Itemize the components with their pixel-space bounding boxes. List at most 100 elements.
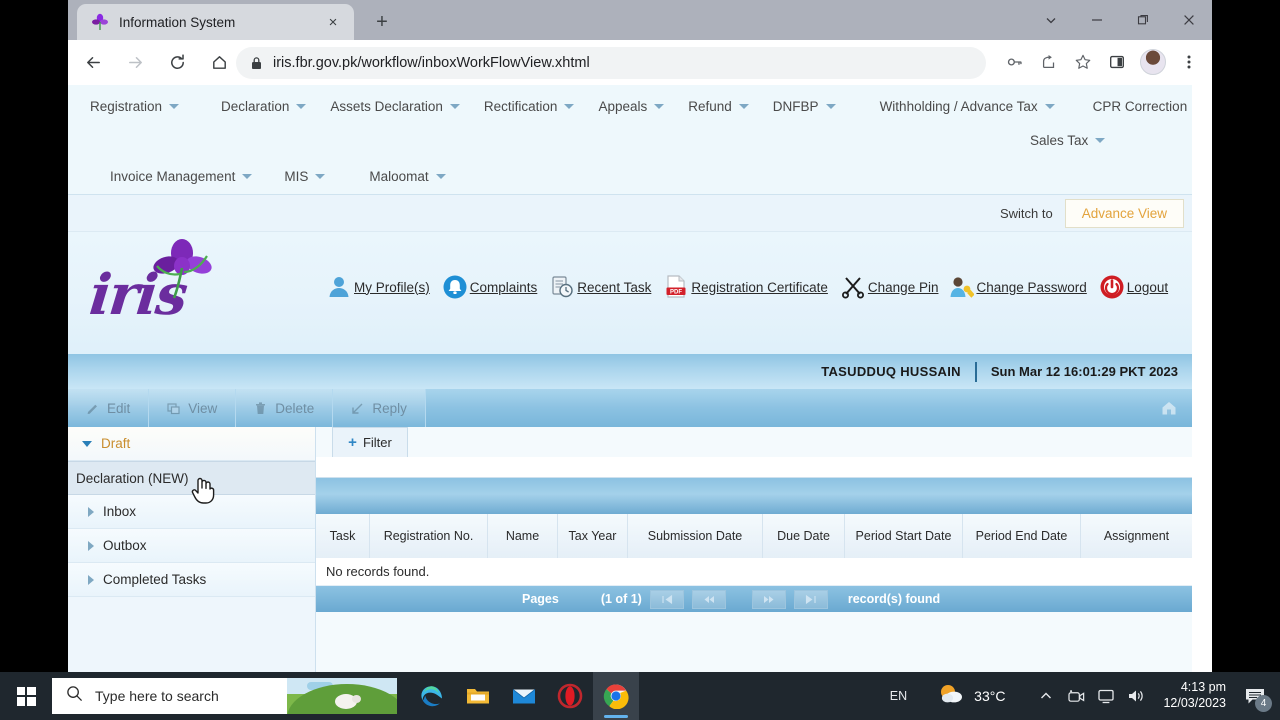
quicklink-complaints[interactable]: Complaints <box>442 274 537 300</box>
quicklink-logout[interactable]: Logout <box>1099 274 1168 300</box>
menu-maloomat[interactable]: Maloomat <box>357 165 457 188</box>
clock[interactable]: 4:13 pm 12/03/2023 <box>1163 680 1226 711</box>
back-button[interactable] <box>76 46 110 80</box>
quicklink-change-password[interactable]: Change Password <box>948 274 1087 300</box>
show-hidden-icons-chevron[interactable] <box>1031 672 1061 720</box>
share-icon[interactable] <box>1034 46 1064 78</box>
search-icon <box>66 685 83 707</box>
chevron-down-icon[interactable] <box>82 440 92 447</box>
microsoft-edge-icon[interactable] <box>409 672 455 720</box>
button-label: Delete <box>275 400 315 416</box>
menu-sales-tax[interactable]: Sales Tax <box>1018 129 1117 152</box>
forward-button[interactable] <box>118 46 152 80</box>
column-header-assignment[interactable]: Assignment <box>1081 514 1192 558</box>
chevron-down-icon <box>449 104 460 109</box>
browser-tab[interactable]: Information System × <box>77 4 354 40</box>
button-label: Edit <box>107 400 131 416</box>
menu-dnfbp[interactable]: DNFBP <box>761 95 848 118</box>
quicklink-change-pin[interactable]: Change Pin <box>840 274 938 300</box>
close-icon[interactable] <box>1166 0 1212 40</box>
side-panel-icon[interactable] <box>1102 46 1132 78</box>
chevron-down-icon <box>1044 104 1055 109</box>
plus-icon: + <box>348 434 357 451</box>
menu-rectification[interactable]: Rectification <box>472 95 587 118</box>
menu-row-2: Sales Tax <box>68 129 1192 152</box>
file-explorer-icon[interactable] <box>455 672 501 720</box>
menu-registration[interactable]: Registration <box>78 95 191 118</box>
quicklink-registration-certificate[interactable]: PDF Registration Certificate <box>663 274 828 300</box>
search-input[interactable]: Type here to search <box>52 678 397 714</box>
menu-appeals[interactable]: Appeals <box>586 95 676 118</box>
quicklink-recent-task[interactable]: Recent Task <box>549 274 651 300</box>
menu-label: MIS <box>284 169 309 184</box>
reply-button[interactable]: Reply <box>333 389 426 427</box>
search-placeholder-text: Type here to search <box>95 688 219 704</box>
main-workspace: Draft Declaration (NEW) Inbox Outbox Com… <box>68 427 1192 672</box>
weather-widget[interactable]: 33°C <box>937 682 1005 711</box>
restore-icon[interactable] <box>1120 0 1166 40</box>
windows-taskbar: Type here to search EN 33°C 4:13 pm 12/0… <box>0 672 1280 720</box>
password-key-icon[interactable] <box>1000 46 1030 78</box>
menu-label: Refund <box>688 99 732 114</box>
chevron-right-icon[interactable] <box>88 574 94 585</box>
volume-icon[interactable] <box>1121 672 1151 720</box>
advance-view-button[interactable]: Advance View <box>1064 198 1184 228</box>
sidebar-item-completed-tasks[interactable]: Completed Tasks <box>68 563 315 597</box>
google-chrome-icon[interactable] <box>593 672 639 720</box>
user-profile-icon <box>326 274 352 300</box>
column-header-period-end-date[interactable]: Period End Date <box>963 514 1081 558</box>
chevron-right-icon[interactable] <box>88 506 94 517</box>
first-page-button[interactable] <box>649 589 684 609</box>
bookmark-star-icon[interactable] <box>1068 46 1098 78</box>
next-page-button[interactable] <box>751 589 786 609</box>
scissors-icon <box>840 274 866 300</box>
chevron-down-icon[interactable] <box>1028 0 1074 40</box>
last-page-button[interactable] <box>793 589 828 609</box>
filter-tab[interactable]: + Filter <box>332 427 408 457</box>
prev-page-button[interactable] <box>691 589 726 609</box>
windows-start-icon[interactable] <box>0 672 52 720</box>
column-header-period-start-date[interactable]: Period Start Date <box>845 514 963 558</box>
view-button[interactable]: View <box>149 389 237 427</box>
menu-assets-declaration[interactable]: Assets Declaration <box>318 95 472 118</box>
minimize-icon[interactable] <box>1074 0 1120 40</box>
quicklink-label: Logout <box>1126 279 1169 295</box>
opera-icon[interactable] <box>547 672 593 720</box>
sidebar-item-outbox[interactable]: Outbox <box>68 529 315 563</box>
edit-button[interactable]: Edit <box>68 389 150 427</box>
iris-flower-icon <box>91 13 109 31</box>
column-header-due-date[interactable]: Due Date <box>763 514 845 558</box>
pagination-bar: Pages (1 of 1) record(s) found <box>316 586 1192 612</box>
column-header-name[interactable]: Name <box>488 514 558 558</box>
menu-refund[interactable]: Refund <box>676 95 761 118</box>
column-header-tax-year[interactable]: Tax Year <box>558 514 628 558</box>
column-header-registration-no[interactable]: Registration No. <box>370 514 488 558</box>
user-key-icon <box>948 274 976 300</box>
language-indicator[interactable]: EN <box>890 689 907 703</box>
menu-withholding-advance-tax[interactable]: Withholding / Advance Tax <box>868 95 1067 118</box>
address-bar[interactable]: iris.fbr.gov.pk/workflow/inboxWorkFlowVi… <box>236 47 986 79</box>
filter-label: Filter <box>362 435 392 450</box>
column-header-submission-date[interactable]: Submission Date <box>628 514 763 558</box>
mail-icon[interactable] <box>501 672 547 720</box>
camera-icon[interactable] <box>1061 672 1091 720</box>
sidebar-item-draft[interactable]: Draft <box>68 427 315 461</box>
sidebar-item-label: Draft <box>101 436 131 451</box>
profile-avatar[interactable] <box>1140 49 1166 75</box>
close-icon[interactable]: × <box>322 11 344 33</box>
column-header-task[interactable]: Task <box>316 514 370 558</box>
reload-button[interactable] <box>160 46 194 80</box>
new-tab-button[interactable]: + <box>368 8 396 36</box>
pages-label: Pages <box>522 592 559 606</box>
menu-declaration[interactable]: Declaration <box>209 95 318 118</box>
notification-center-button[interactable]: 4 <box>1238 672 1272 720</box>
home-icon[interactable] <box>1160 399 1178 417</box>
menu-invoice-management[interactable]: Invoice Management <box>98 165 264 188</box>
quicklink-my-profiles[interactable]: My Profile(s) <box>326 274 430 300</box>
home-button[interactable] <box>202 46 236 80</box>
chrome-menu-icon[interactable] <box>1174 46 1204 78</box>
delete-button[interactable]: Delete <box>236 389 334 427</box>
menu-mis[interactable]: MIS <box>272 165 337 188</box>
chevron-right-icon[interactable] <box>88 540 94 551</box>
display-icon[interactable] <box>1091 672 1121 720</box>
